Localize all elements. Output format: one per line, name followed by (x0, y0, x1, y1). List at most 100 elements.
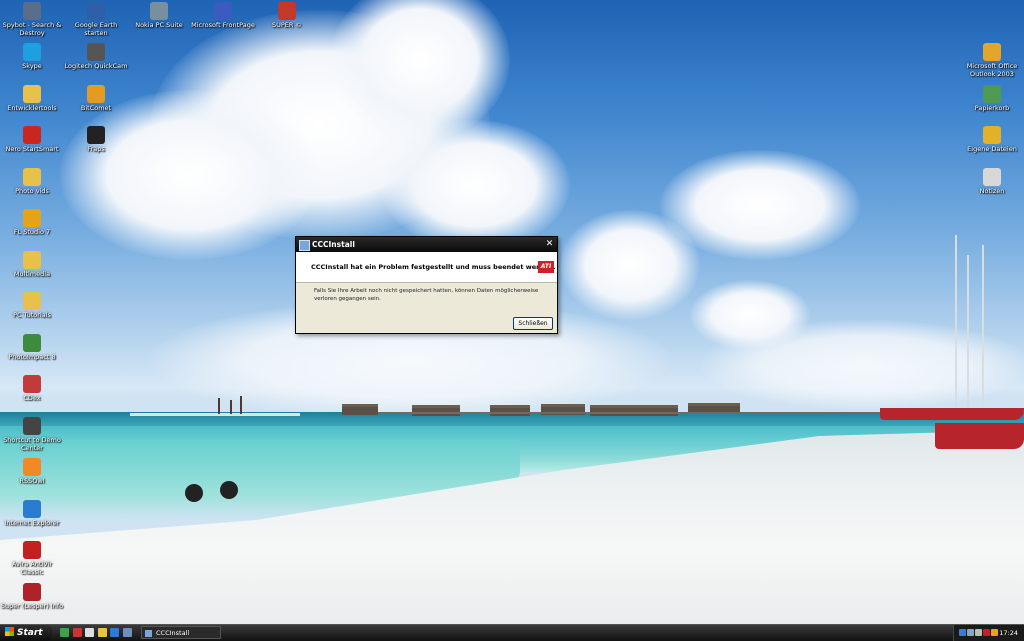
antivir-icon[interactable] (983, 629, 990, 636)
desktop-icon[interactable]: Eigene Dateien (960, 126, 1024, 153)
water-villa (590, 405, 678, 416)
desktop-icon[interactable]: PhotoImpact 8 (0, 334, 64, 361)
desktop-icon[interactable]: FL Studio 7 (0, 209, 64, 236)
desktop-icon-label: PhotoImpact 8 (8, 353, 56, 361)
error-dialog[interactable]: CCCInstall ✕ CCCInstall hat ein Problem … (295, 236, 558, 334)
boat-mast (955, 235, 957, 415)
water-villa (490, 405, 530, 416)
desktop-icon[interactable]: Fraps (64, 126, 128, 153)
ie-icon[interactable] (110, 628, 119, 637)
desktop-icon-label: Spybot - Search & Destroy (2, 21, 62, 37)
folder-icon (23, 292, 41, 310)
desktop-icon-label: BitComet (80, 104, 112, 112)
desktop-icon[interactable]: CDex (0, 375, 64, 402)
volume-icon[interactable] (975, 629, 982, 636)
wallpaper-cloud (560, 210, 700, 320)
desktop-icon[interactable]: Multimedia (0, 251, 64, 278)
frontpage-icon (214, 2, 232, 20)
documents-icon (983, 126, 1001, 144)
desktop-icon-label: Notizen (979, 187, 1005, 195)
desktop-icon-label: Super (Lesper) Info (0, 602, 64, 610)
desktop-icon-label: Logitech QuickCam (64, 62, 128, 70)
network-icon[interactable] (967, 629, 974, 636)
dialog-title: CCCInstall (312, 240, 355, 249)
catamaran (880, 408, 1024, 420)
taskbar-button-cccinstall[interactable]: CCCInstall (141, 626, 221, 639)
desktop-icon[interactable]: Papierkorb (960, 85, 1024, 112)
desktop-icon-label: Microsoft Office Outlook 2003 (966, 62, 1018, 78)
water-villa (342, 404, 378, 415)
dialog-message: Falls Sie Ihre Arbeit noch nicht gespeic… (314, 288, 539, 302)
rss-icon (23, 458, 41, 476)
desktop-icon[interactable]: Microsoft Office Outlook 2003 (960, 43, 1024, 78)
desktop-icon-label: Entwicklertools (7, 104, 57, 112)
pier (378, 412, 888, 414)
close-icon[interactable]: ✕ (544, 239, 555, 250)
skype-icon (23, 43, 41, 61)
desktop-icon[interactable]: Logitech QuickCam (64, 43, 128, 70)
app-icon (299, 240, 310, 251)
palm-tree (230, 400, 232, 414)
desktop-icon-label: PC Tutorials (13, 311, 51, 319)
avira-icon (23, 541, 41, 559)
desktop-icon[interactable]: Internet Explorer (0, 500, 64, 527)
nero-icon (23, 126, 41, 144)
desktop-icon[interactable]: BitComet (64, 85, 128, 112)
desktop-icon-label: Avira AntiVir Classic (11, 560, 53, 576)
dialog-titlebar[interactable]: CCCInstall ✕ (296, 237, 557, 252)
windows-flag-icon (5, 627, 14, 636)
beach-cart-wheel (185, 484, 203, 502)
webcam-icon (87, 43, 105, 61)
desktop-icon[interactable]: Spybot - Search & Destroy (0, 2, 64, 37)
desktop-icon[interactable]: Nero StartSmart (0, 126, 64, 153)
desktop-icon[interactable]: Super (Lesper) Info (0, 583, 64, 610)
desktop-icon-label: Internet Explorer (4, 519, 60, 527)
desktop-icon-label: Google Earth starten (74, 21, 118, 37)
desktop-icon[interactable] (122, 628, 132, 637)
dialog-header: CCCInstall hat ein Problem festgestellt … (296, 252, 557, 283)
desktop-icon-label: RSSOwl (19, 477, 45, 485)
app-icon[interactable] (72, 628, 82, 637)
desktop: Spybot - Search & Destroy Google Earth st… (0, 0, 1024, 624)
desktop-icon[interactable]: Shortcut to Demo Center (0, 417, 64, 452)
flstudio-icon (23, 209, 41, 227)
notes-icon (983, 168, 1001, 186)
cdex-icon (23, 375, 41, 393)
desktop-icon-label: Skype (22, 62, 42, 70)
desktop-icon[interactable]: Microsoft FrontPage (191, 2, 255, 29)
security-icon[interactable] (991, 629, 998, 636)
info-icon (23, 583, 41, 601)
desktop-icon[interactable]: SUPER © (255, 2, 319, 29)
desktop-icon[interactable]: RSSOwl (0, 458, 64, 485)
clock[interactable]: 17:24 (999, 625, 1018, 641)
start-label: Start (17, 628, 43, 638)
desktop-icon-label: Microsoft FrontPage (191, 21, 255, 29)
dialog-heading: CCCInstall hat ein Problem festgestellt … (311, 263, 556, 271)
water-villa (412, 405, 460, 416)
desktop-icon[interactable]: Avira AntiVir Classic (0, 541, 64, 576)
desktop-icon[interactable]: Photo vids (0, 168, 64, 195)
phone-icon (150, 2, 168, 20)
desktop-icon[interactable]: Entwicklertools (0, 85, 64, 112)
desktop-icon[interactable]: Notizen (960, 168, 1024, 195)
shield-icon[interactable] (959, 629, 966, 636)
desktop-icon-label: Shortcut to Demo Center (3, 436, 61, 452)
folder-icon (23, 251, 41, 269)
photoimpact-icon (23, 334, 41, 352)
media-icon[interactable] (60, 628, 69, 637)
desktop-icon[interactable]: PC Tutorials (0, 292, 64, 319)
desktop-icon-label: Papierkorb (974, 104, 1010, 112)
desktop-icon[interactable]: Skype (0, 43, 64, 70)
folder-icon[interactable] (97, 628, 107, 637)
desktop-icon[interactable]: Google Earth starten (64, 2, 128, 37)
outlook-icon (983, 43, 1001, 61)
boat-mast (982, 245, 984, 415)
folder-icon (23, 168, 41, 186)
desktop-icon[interactable]: Nokia PC Suite (127, 2, 191, 29)
start-button[interactable]: Start (0, 625, 52, 641)
fraps-icon (87, 126, 105, 144)
boat-mast (967, 255, 969, 415)
mail-icon[interactable] (85, 628, 94, 637)
desktop-icon-label: SUPER © (272, 21, 302, 29)
close-button[interactable]: Schließen (513, 317, 553, 330)
